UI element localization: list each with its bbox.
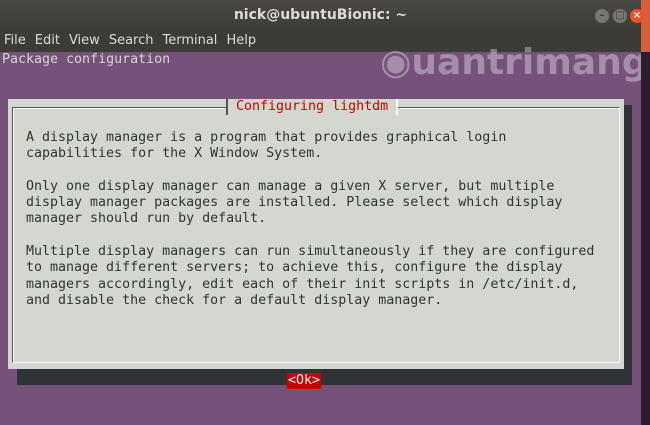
terminal-area[interactable]: Package configuration Configuring lightd… [0,52,641,425]
dialog-message: A display manager is a program that prov… [26,130,594,309]
menu-terminal[interactable]: Terminal [162,33,217,48]
dialog-title: Configuring lightdm [226,99,399,115]
message-line [26,163,594,179]
package-config-header: Package configuration [2,52,171,67]
message-line: capabilities for the X Window System. [26,146,323,162]
scrollbar[interactable] [641,52,650,425]
maximize-icon[interactable]: □ [613,9,627,23]
message-line: display manager packages are installed. … [26,195,563,211]
message-line: Only one display manager can manage a gi… [26,178,555,194]
minimize-icon[interactable]: – [595,9,609,23]
menu-help[interactable]: Help [226,33,256,48]
terminal-window: nick@ubuntuBionic: ~ – □ × File Edit View S… [0,0,647,425]
message-line: manager should run by default. [26,211,267,227]
close-icon[interactable]: × [630,9,644,23]
menu-search[interactable]: Search [109,33,154,48]
message-line: and disable the check for a default disp… [26,292,443,308]
message-line: A display manager is a program that prov… [26,130,507,145]
message-line: to manage different servers; to achieve … [26,260,563,276]
title-bar[interactable]: nick@ubuntuBionic: ~ – □ × [0,0,644,31]
menu-file[interactable]: File [4,33,26,48]
ok-button[interactable]: <Ok> [287,373,322,389]
watermark-logo: ◉uantrimang [380,42,648,83]
config-dialog: Configuring lightdm A display manager is… [8,99,624,389]
window-title: nick@ubuntuBionic: ~ [233,7,408,23]
menu-view[interactable]: View [69,33,100,48]
message-line: Multiple display managers can run simult… [26,244,595,260]
menu-edit[interactable]: Edit [35,33,60,48]
message-line: managers accordingly, edit each of their… [26,276,579,292]
message-line [26,228,594,244]
